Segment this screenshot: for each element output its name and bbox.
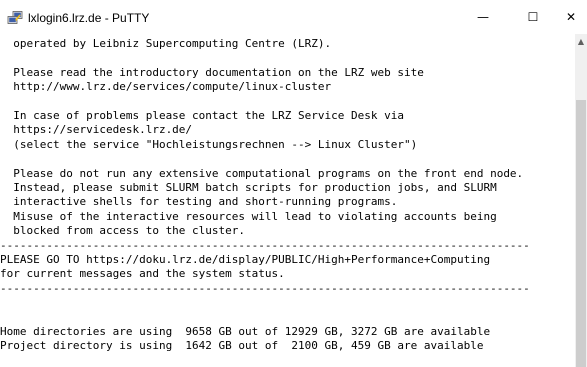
terminal-line: Home directories are using 9658 GB out o… [0,325,491,338]
terminal-line: PLEASE GO TO https://doku.lrz.de/display… [0,253,491,266]
terminal-line: for current messages and the system stat… [0,267,285,281]
terminal-line: Misuse of the interactive resources will… [0,209,497,223]
close-button[interactable]: ✕ [555,0,587,34]
putty-icon [7,11,23,24]
terminal-line: In case of problems please contact the L… [0,109,404,122]
window-title: lxlogin6.lrz.de - PuTTY [28,11,150,25]
terminal-line: ----------------------------------------… [0,238,530,252]
terminal-line: Please do not run any extensive computat… [0,166,524,180]
scroll-up-arrow-icon[interactable]: ▲ [575,34,587,48]
terminal-line: Instead, please submit SLURM batch scrip… [0,181,497,194]
maximize-icon: ☐ [527,10,539,24]
scrollbar-thumb[interactable] [576,100,586,367]
terminal-line: http://www.lrz.de/services/compute/linux… [0,80,332,94]
putty-window: lxlogin6.lrz.de - PuTTY — ☐ ✕ operated b… [0,0,587,367]
terminal-line: blocked from access to the cluster. [0,224,246,238]
vertical-scrollbar[interactable]: ▲ [575,34,587,367]
terminal-line: https://servicedesk.lrz.de/ [0,123,193,137]
minimize-button[interactable]: — [460,0,506,34]
terminal-output[interactable]: operated by Leibniz Supercomputing Centr… [0,34,575,367]
minimize-icon: — [477,10,489,24]
maximize-button[interactable]: ☐ [510,0,556,34]
close-icon: ✕ [565,10,577,24]
terminal-line: interactive shells for testing and short… [0,195,398,209]
terminal-line: ----------------------------------------… [0,281,530,295]
terminal-line: Project directory is using 1642 GB out o… [0,339,484,353]
terminal-line: (select the service "Hochleistungsrechne… [0,137,418,151]
terminal-line: Please read the introductory documentati… [0,65,424,79]
title-bar[interactable]: lxlogin6.lrz.de - PuTTY — ☐ ✕ [0,0,587,34]
terminal-line: operated by Leibniz Supercomputing Centr… [0,37,332,50]
